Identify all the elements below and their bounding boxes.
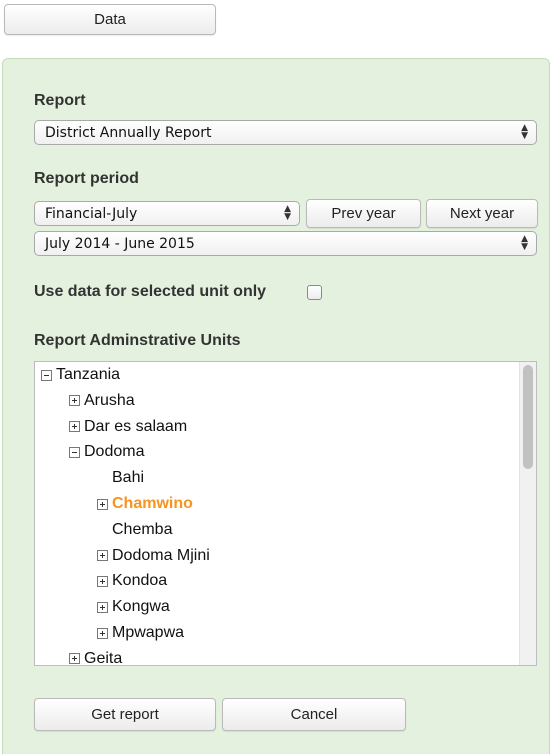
select-arrows-icon: ▲ ▼ <box>521 123 528 141</box>
tree-node[interactable]: Geita <box>69 649 123 666</box>
admin-units-label: Report Adminstrative Units <box>34 332 241 349</box>
tree-node[interactable]: Kondoa <box>97 571 167 591</box>
tree-node-label: Dar es salaam <box>84 417 188 435</box>
expand-icon[interactable] <box>97 601 108 613</box>
tree-node[interactable]: Tanzania <box>41 365 120 385</box>
tree-node-label: Geita <box>84 649 123 666</box>
expand-icon[interactable] <box>97 498 108 510</box>
tree-node-label: Chemba <box>112 520 173 538</box>
collapse-icon[interactable] <box>69 446 80 458</box>
tree-node-label: Chamwino <box>112 495 193 512</box>
data-button[interactable]: Data <box>4 4 216 35</box>
next-year-button[interactable]: Next year <box>426 199 538 228</box>
tree-node-label: Mpwapwa <box>112 624 185 641</box>
tree-node[interactable]: Mpwapwa <box>97 623 184 643</box>
select-arrows-icon: ▲ ▼ <box>284 204 291 222</box>
tree-node-label: Bahi <box>112 469 145 487</box>
tree-node[interactable]: Dar es salaam <box>69 417 187 437</box>
tree-scrollbar-thumb[interactable] <box>523 365 533 469</box>
tree-node[interactable]: Dodoma <box>69 442 144 462</box>
tree-scrollbar[interactable] <box>519 362 536 665</box>
tree-node-label: Dodoma <box>84 443 145 461</box>
select-arrows-icon: ▲ ▼ <box>521 234 528 252</box>
tree-node[interactable]: Dodoma Mjini <box>97 546 210 566</box>
get-report-button[interactable]: Get report <box>34 698 216 731</box>
period-range-select[interactable]: July 2014 - June 2015 ▲ ▼ <box>34 231 537 256</box>
admin-units-tree[interactable]: Tanzania Arusha Dar es salaam Dodoma Bahi Cha… <box>34 361 537 666</box>
cancel-button[interactable]: Cancel <box>222 698 406 731</box>
tree-node-label: Dodoma Mjini <box>112 546 210 564</box>
expand-icon[interactable] <box>97 627 108 639</box>
period-type-value: Financial-July <box>45 205 138 222</box>
expand-icon[interactable] <box>69 653 80 665</box>
expand-icon[interactable] <box>97 575 108 587</box>
tree-node-label: Tanzania <box>56 366 121 383</box>
tree-node[interactable]: Kongwa <box>97 597 170 617</box>
expand-icon[interactable] <box>97 550 108 562</box>
expand-icon[interactable] <box>69 421 80 433</box>
tree-node-label: Kongwa <box>112 598 170 616</box>
report-period-label: Report period <box>34 170 139 187</box>
tree-node-label: Kondoa <box>112 572 168 590</box>
collapse-icon[interactable] <box>41 369 52 381</box>
tree-node-label: Arusha <box>84 391 135 409</box>
report-select-value: District Annually Report <box>45 124 212 141</box>
selected-unit-only-label: Use data for selected unit only <box>34 283 267 300</box>
expand-icon[interactable] <box>69 395 80 407</box>
selected-unit-only-checkbox[interactable] <box>307 285 322 300</box>
report-panel: Report District Annually Report ▲ ▼ Repor… <box>2 58 550 754</box>
period-range-value: July 2014 - June 2015 <box>45 235 195 252</box>
tree-node[interactable]: Chemba <box>112 520 172 540</box>
tree-node[interactable]: Chamwino <box>97 494 193 514</box>
tree-node[interactable]: Arusha <box>69 391 135 411</box>
report-select[interactable]: District Annually Report ▲ ▼ <box>34 120 537 145</box>
report-label: Report <box>34 92 86 109</box>
prev-year-button[interactable]: Prev year <box>306 199 421 228</box>
period-type-select[interactable]: Financial-July ▲ ▼ <box>34 201 300 226</box>
tree-node[interactable]: Bahi <box>112 468 144 488</box>
